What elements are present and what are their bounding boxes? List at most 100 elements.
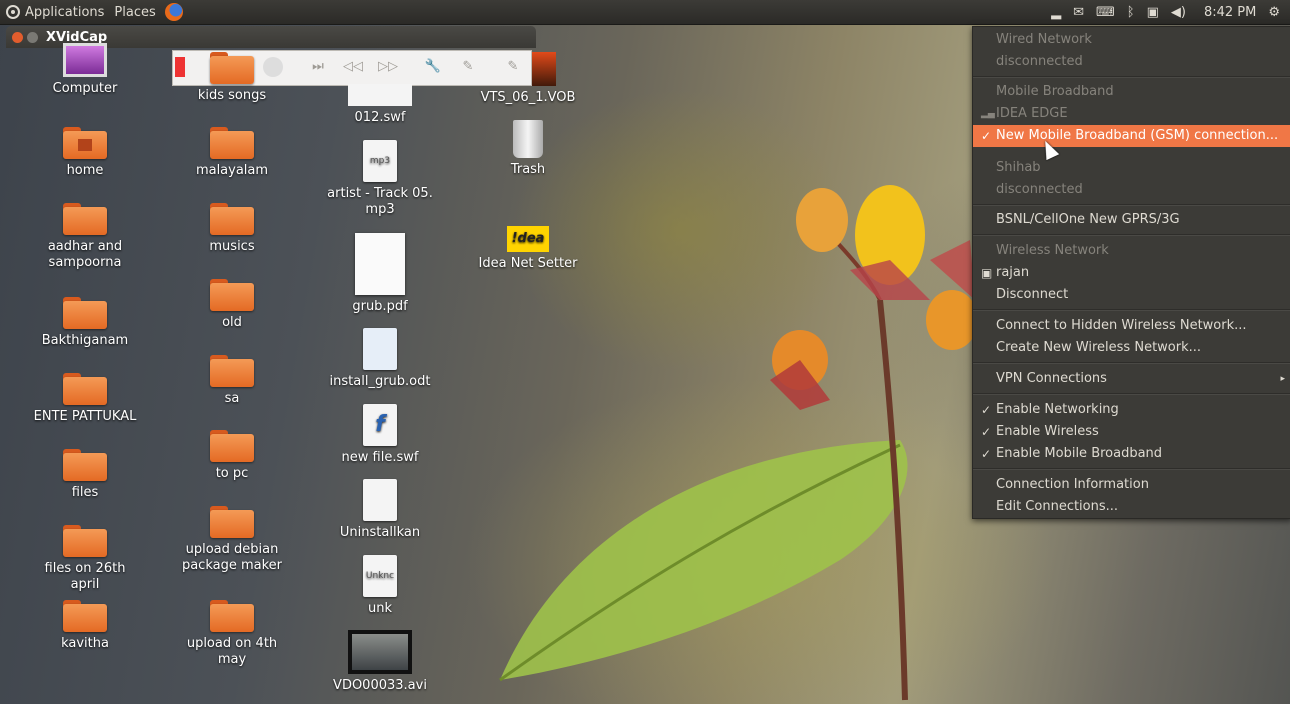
video-file-icon bbox=[532, 52, 556, 86]
folder-icon bbox=[63, 600, 107, 632]
folder-icon bbox=[63, 449, 107, 481]
unknown-file-icon: Unknc bbox=[363, 555, 397, 597]
edit-connections-item[interactable]: Edit Connections... bbox=[973, 496, 1290, 518]
enable-networking-item[interactable]: ✓ Enable Networking bbox=[973, 399, 1290, 421]
desktop-icon-upload-debian[interactable]: upload debian package maker bbox=[177, 506, 287, 574]
desktop-icon-vdo-avi[interactable]: VDO00033.avi bbox=[325, 630, 435, 694]
icon-label: artist - Track 05. mp3 bbox=[327, 186, 433, 217]
places-menu[interactable]: Places bbox=[109, 5, 160, 20]
icon-label: sa bbox=[224, 391, 240, 406]
wrench-icon[interactable]: 🔧 bbox=[423, 57, 443, 77]
skip-icon[interactable]: ⏭ bbox=[308, 57, 328, 77]
mail-icon[interactable]: ✉ bbox=[1073, 5, 1084, 20]
menu-separator bbox=[973, 468, 1290, 470]
desktop-icon-sa[interactable]: sa bbox=[177, 355, 287, 407]
desktop-icon-aadhar[interactable]: aadhar and sampoorna bbox=[30, 203, 140, 271]
connect-hidden-network-item[interactable]: Connect to Hidden Wireless Network... bbox=[973, 315, 1290, 337]
trash-icon bbox=[513, 120, 543, 158]
desktop-icon-malayalam[interactable]: malayalam bbox=[177, 127, 287, 179]
icon-label: 012.swf bbox=[354, 110, 406, 125]
forward-icon[interactable]: ▷▷ bbox=[378, 57, 398, 77]
text-file-icon bbox=[363, 479, 397, 521]
menu-separator bbox=[973, 393, 1290, 395]
volume-icon[interactable]: ◀) bbox=[1171, 5, 1186, 20]
folder-icon bbox=[210, 506, 254, 538]
vpn-connections-item[interactable]: VPN Connections ▸ bbox=[973, 368, 1290, 390]
desktop-icon-idea-net-setter[interactable]: !dea Idea Net Setter bbox=[473, 226, 583, 272]
desktop-icon-computer[interactable]: Computer bbox=[30, 43, 140, 97]
desktop-icon-new-file-swf[interactable]: f new file.swf bbox=[325, 404, 435, 466]
mobile-idea-edge: ▂▄ IDEA EDGE bbox=[973, 103, 1290, 125]
desktop-icon-files[interactable]: files bbox=[30, 449, 140, 501]
bsnl-cellone-item[interactable]: BSNL/CellOne New GPRS/3G bbox=[973, 209, 1290, 231]
folder-icon bbox=[63, 297, 107, 329]
new-mobile-broadband-item[interactable]: ✓ New Mobile Broadband (GSM) connection..… bbox=[973, 125, 1290, 147]
ubuntu-logo-icon[interactable] bbox=[6, 5, 20, 19]
icon-label: files bbox=[71, 485, 99, 500]
desktop-icon-musics[interactable]: musics bbox=[177, 203, 287, 255]
firefox-icon[interactable] bbox=[164, 3, 183, 21]
applications-menu[interactable]: Applications bbox=[20, 5, 109, 20]
icon-label: malayalam bbox=[195, 163, 269, 178]
gear-icon[interactable]: ⚙ bbox=[1268, 5, 1280, 20]
battery-icon[interactable]: ▂ bbox=[1051, 5, 1061, 20]
desktop-icon-home[interactable]: home bbox=[30, 127, 140, 179]
keyboard-icon[interactable]: ⌨ bbox=[1096, 5, 1115, 20]
network-menu: Wired Network disconnected Mobile Broadb… bbox=[972, 26, 1290, 519]
desktop-icon-ente-pattukal[interactable]: ENTE PATTUKAL bbox=[30, 373, 140, 425]
desktop-icon-files-26th-april[interactable]: files on 26th april bbox=[30, 525, 140, 593]
desktop-icon-kavitha[interactable]: kavitha bbox=[30, 600, 140, 652]
desktop-icon-kids-songs[interactable]: kids songs bbox=[177, 52, 287, 104]
desktop-icon-to-pc[interactable]: to pc bbox=[177, 430, 287, 482]
icon-label: ENTE PATTUKAL bbox=[33, 409, 137, 424]
clock[interactable]: 8:42 PM bbox=[1204, 5, 1256, 20]
music-file-icon: mp3 bbox=[363, 140, 397, 182]
icon-label: home bbox=[66, 163, 104, 178]
desktop-icon-trash[interactable]: Trash bbox=[473, 120, 583, 178]
enable-wireless-item[interactable]: ✓ Enable Wireless bbox=[973, 421, 1290, 443]
desktop-icon-install-grub-odt[interactable]: install_grub.odt bbox=[325, 328, 435, 390]
document-icon bbox=[363, 328, 397, 370]
desktop-icon-old[interactable]: old bbox=[177, 279, 287, 331]
desktop-icon-bakthiganam[interactable]: Bakthiganam bbox=[30, 297, 140, 349]
idea-logo-icon: !dea bbox=[507, 226, 549, 252]
shihab-header: Shihab bbox=[996, 160, 1041, 175]
swf-file-icon bbox=[348, 84, 412, 106]
folder-icon bbox=[210, 203, 254, 235]
rewind-icon[interactable]: ◁◁ bbox=[343, 57, 363, 77]
wireless-network-header: Wireless Network bbox=[996, 243, 1109, 258]
wifi-icon: ▣ bbox=[981, 266, 993, 280]
icon-label: VTS_06_1.VOB bbox=[480, 90, 576, 105]
desktop-icon-vts-vob[interactable]: VTS_06_1.VOB bbox=[473, 52, 583, 106]
create-new-network-item[interactable]: Create New Wireless Network... bbox=[973, 337, 1290, 359]
icon-label: Uninstallkan bbox=[339, 525, 421, 540]
computer-icon bbox=[63, 43, 107, 77]
connection-information-item[interactable]: Connection Information bbox=[973, 474, 1290, 496]
desktop-icon-artist-track[interactable]: mp3 artist - Track 05. mp3 bbox=[325, 140, 435, 218]
menu-separator bbox=[973, 204, 1290, 206]
folder-icon bbox=[210, 600, 254, 632]
desktop-icon-grub-pdf[interactable]: grub.pdf bbox=[325, 233, 435, 315]
enable-mobile-broadband-item[interactable]: ✓ Enable Mobile Broadband bbox=[973, 443, 1290, 465]
network-icon[interactable]: ▣ bbox=[1147, 5, 1159, 20]
menu-separator bbox=[973, 362, 1290, 364]
disconnect-item[interactable]: Disconnect bbox=[973, 284, 1290, 306]
icon-label: Computer bbox=[52, 81, 118, 96]
desktop-icon-uninstallkan[interactable]: Uninstallkan bbox=[325, 479, 435, 541]
submenu-arrow-icon: ▸ bbox=[1280, 374, 1285, 384]
folder-icon bbox=[63, 203, 107, 235]
icon-label: upload on 4th may bbox=[186, 636, 278, 667]
icon-label: old bbox=[222, 315, 242, 330]
desktop-icon-012-swf[interactable]: 012.swf bbox=[325, 84, 435, 126]
bluetooth-icon[interactable]: ᛒ bbox=[1127, 5, 1135, 20]
folder-icon bbox=[63, 373, 107, 405]
top-panel: Applications Places ▂ ✉ ⌨ ᛒ ▣ ◀) 8:42 PM… bbox=[0, 0, 1290, 25]
home-folder-icon bbox=[63, 127, 107, 159]
icon-label: new file.swf bbox=[341, 450, 419, 465]
minimize-icon[interactable] bbox=[27, 31, 38, 43]
close-icon[interactable] bbox=[12, 31, 23, 43]
wireless-rajan-item[interactable]: ▣ rajan bbox=[973, 262, 1290, 284]
icon-label: Bakthiganam bbox=[41, 333, 129, 348]
desktop-icon-upload-4th-may[interactable]: upload on 4th may bbox=[177, 600, 287, 668]
desktop-icon-unk[interactable]: Unknc unk bbox=[325, 555, 435, 617]
